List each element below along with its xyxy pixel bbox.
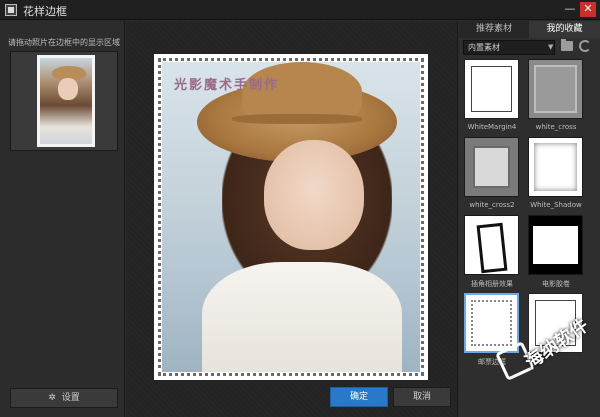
preview-face: [58, 78, 78, 100]
minimize-button[interactable]: —: [562, 2, 578, 17]
preview-photo: [40, 58, 92, 144]
folder-icon[interactable]: [561, 39, 573, 51]
photo-dress: [202, 262, 402, 372]
material-thumbnail: [528, 59, 583, 119]
material-thumbnail: [464, 59, 519, 119]
title-bar: 花样边框 — ✕: [0, 0, 600, 20]
preview-frame: [37, 55, 95, 147]
frame-preview[interactable]: 光影魔术手制作: [154, 54, 428, 380]
tab-recommended[interactable]: 推荐素材: [459, 21, 529, 38]
framed-photo[interactable]: 光影魔术手制作: [162, 62, 420, 372]
gear-icon: ✲: [48, 393, 56, 403]
canvas-area: 光影魔术手制作: [126, 21, 458, 417]
photo-hat-band: [232, 114, 362, 124]
material-thumbnail: [528, 137, 583, 197]
material-label: WhiteMargin4: [467, 123, 517, 131]
material-label: 插角相册效果: [471, 280, 513, 288]
refresh-icon[interactable]: [579, 40, 591, 52]
material-thumbnail: [528, 215, 583, 275]
close-button[interactable]: ✕: [580, 2, 596, 17]
cancel-button[interactable]: 取消: [393, 387, 451, 407]
watermark: 海纳软件: [490, 310, 600, 417]
material-label: 电影胶卷: [542, 280, 570, 288]
material-thumbnail: [464, 215, 519, 275]
material-source-value: 内置素材: [468, 43, 500, 52]
tab-favorites[interactable]: 我的收藏: [529, 21, 600, 38]
material-label: White_Shadow: [530, 201, 582, 209]
material-label: white_cross2: [469, 201, 515, 209]
left-panel: 请拖动照片在边框中的显示区域 ✲ 设置: [0, 21, 125, 417]
ok-button[interactable]: 确定: [330, 387, 388, 407]
photo-face: [264, 140, 364, 250]
window-title: 花样边框: [23, 5, 67, 18]
material-label: white_cross: [535, 123, 577, 131]
settings-label: 设置: [61, 393, 80, 403]
material-source-select[interactable]: 内置素材 ▼: [463, 40, 555, 55]
watermark-text: 海纳软件: [521, 314, 593, 374]
preview-navigator[interactable]: [10, 51, 118, 151]
photo-caption: 光影魔术手制作: [174, 78, 280, 93]
app-icon: [5, 4, 17, 16]
material-thumbnail: [464, 137, 519, 197]
material-tabs: 推荐素材 我的收藏: [459, 21, 600, 38]
settings-button[interactable]: ✲ 设置: [10, 388, 118, 408]
drag-hint-label: 请拖动照片在边框中的显示区域: [8, 38, 120, 47]
chevron-down-icon: ▼: [548, 43, 554, 51]
